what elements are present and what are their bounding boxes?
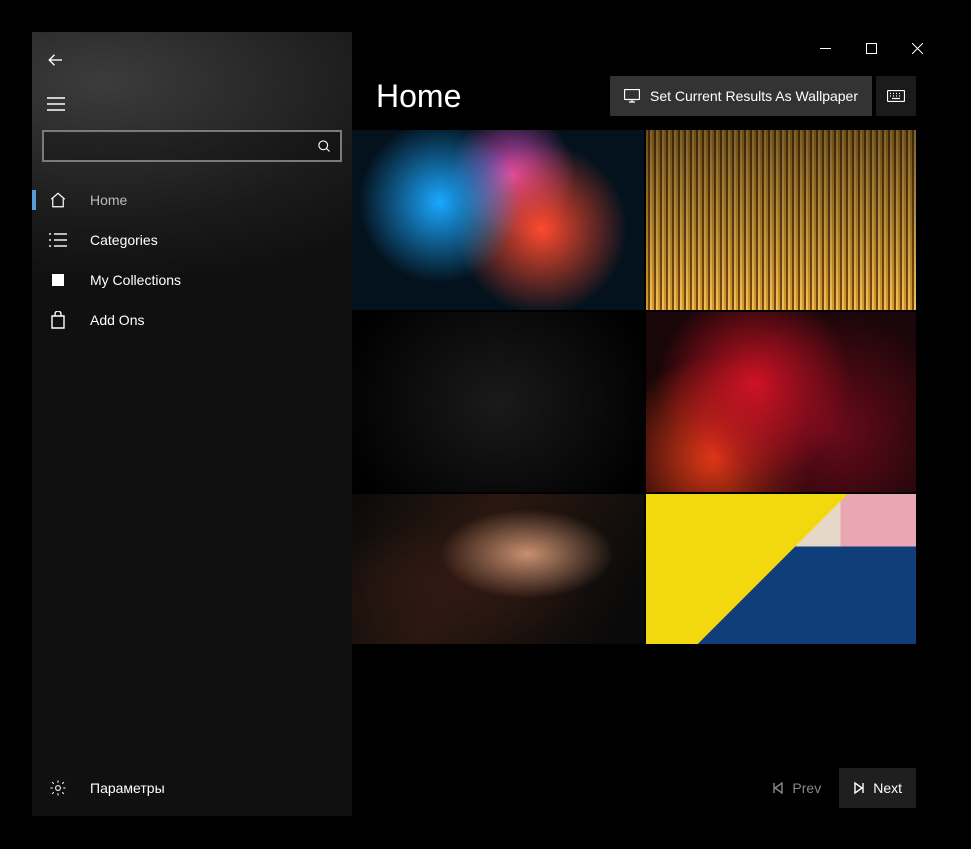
hamburger-icon — [47, 97, 65, 111]
titlebar — [352, 32, 940, 64]
sidebar-item-label: My Collections — [90, 272, 181, 288]
sidebar-item-addons[interactable]: Add Ons — [32, 300, 352, 340]
search-input[interactable] — [52, 138, 317, 154]
skip-prev-icon — [772, 782, 784, 794]
next-label: Next — [873, 780, 902, 796]
thumbnail-grid — [352, 128, 940, 760]
thumbnail-item[interactable] — [646, 130, 916, 310]
thumbnail-item[interactable] — [646, 494, 916, 644]
sidebar-item-label: Home — [90, 192, 127, 208]
main-panel: Home Set Current Results As Wallpaper — [352, 32, 940, 816]
prev-label: Prev — [792, 780, 821, 796]
sidebar-item-label: Параметры — [90, 780, 165, 796]
keyboard-button[interactable] — [876, 76, 916, 116]
thumbnail-item[interactable] — [352, 312, 644, 492]
thumbnail-item[interactable] — [352, 130, 644, 310]
list-icon — [46, 233, 70, 247]
sidebar-item-label: Add Ons — [90, 312, 144, 328]
sidebar-item-home[interactable]: Home — [32, 180, 352, 220]
sidebar: Home Categories My Colle — [32, 32, 352, 816]
page-title: Home — [376, 78, 610, 115]
collection-icon — [46, 272, 70, 288]
prev-button[interactable]: Prev — [758, 768, 835, 808]
close-icon — [912, 43, 923, 54]
nav-list: Home Categories My Colle — [32, 180, 352, 760]
pager: Prev Next — [352, 760, 940, 816]
maximize-icon — [866, 43, 877, 54]
sidebar-item-settings[interactable]: Параметры — [32, 760, 352, 816]
set-wallpaper-label: Set Current Results As Wallpaper — [650, 88, 858, 104]
bag-icon — [46, 311, 70, 329]
home-icon — [46, 191, 70, 209]
sidebar-item-label: Categories — [90, 232, 158, 248]
app-window: Home Categories My Colle — [32, 32, 940, 816]
search-wrap — [32, 124, 352, 172]
keyboard-icon — [887, 90, 905, 102]
sidebar-item-categories[interactable]: Categories — [32, 220, 352, 260]
gear-icon — [46, 779, 70, 797]
search-icon — [317, 139, 332, 154]
monitor-icon — [624, 89, 640, 103]
maximize-button[interactable] — [848, 32, 894, 64]
thumbnail-item[interactable] — [646, 312, 916, 492]
hamburger-button[interactable] — [32, 84, 80, 124]
search-box[interactable] — [42, 130, 342, 162]
minimize-icon — [820, 43, 831, 54]
set-wallpaper-button[interactable]: Set Current Results As Wallpaper — [610, 76, 872, 116]
skip-next-icon — [853, 782, 865, 794]
minimize-button[interactable] — [802, 32, 848, 64]
back-button[interactable] — [32, 36, 80, 84]
header-row: Home Set Current Results As Wallpaper — [352, 64, 940, 128]
sidebar-item-collections[interactable]: My Collections — [32, 260, 352, 300]
close-button[interactable] — [894, 32, 940, 64]
next-button[interactable]: Next — [839, 768, 916, 808]
arrow-left-icon — [47, 51, 65, 69]
thumbnail-item[interactable] — [352, 494, 644, 644]
